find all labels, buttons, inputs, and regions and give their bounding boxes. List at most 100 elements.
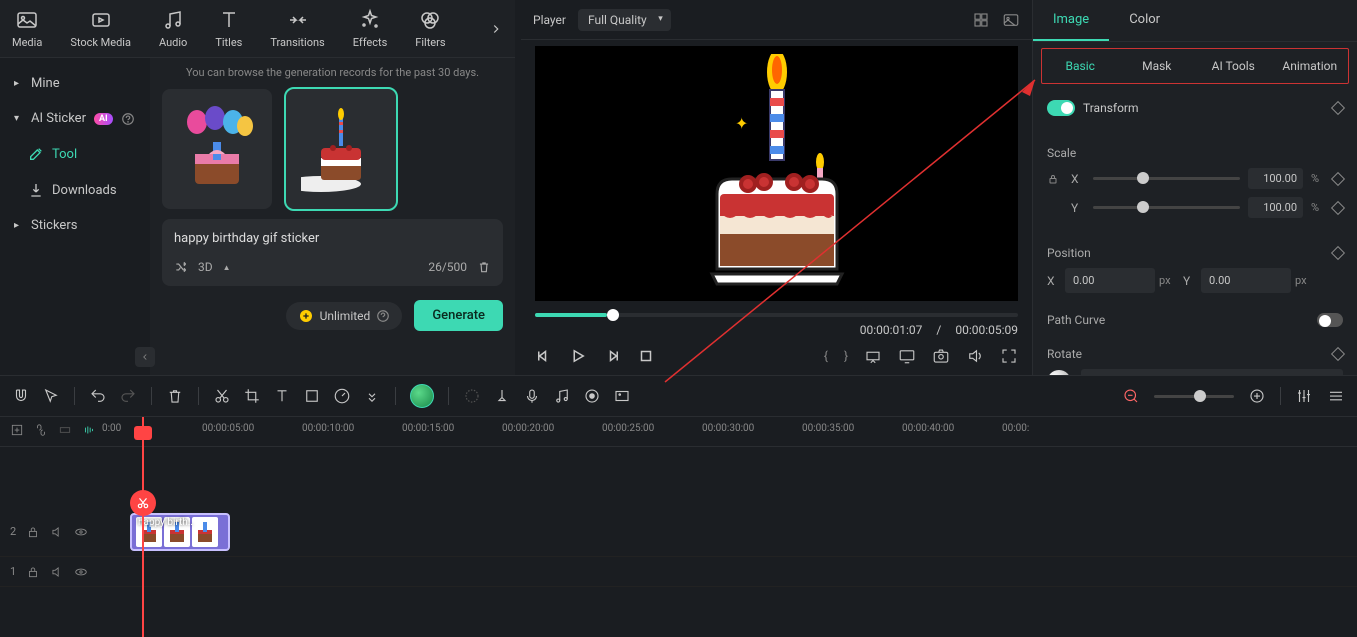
prev-frame-icon[interactable] — [535, 347, 553, 365]
pos-y-input[interactable] — [1201, 268, 1291, 293]
keyframe-icon[interactable] — [1331, 246, 1345, 260]
path-curve-toggle[interactable] — [1317, 313, 1343, 327]
sidebar-mine[interactable]: ▸ Mine — [0, 66, 150, 101]
redo-icon[interactable] — [119, 387, 137, 405]
track-add-icon[interactable] — [10, 423, 24, 437]
playhead-marker[interactable] — [134, 426, 152, 440]
unlimited-badge[interactable]: Unlimited — [286, 302, 403, 330]
filters-tab[interactable]: Filters — [415, 8, 445, 49]
mixer-icon[interactable] — [1295, 387, 1313, 405]
tab-color[interactable]: Color — [1109, 0, 1180, 41]
subtab-ai-tools[interactable]: AI Tools — [1195, 49, 1272, 83]
lock-track-icon[interactable] — [26, 565, 40, 579]
video-clip[interactable]: happy birth.. — [130, 513, 230, 551]
ruler[interactable]: 0:00 00:00:05:00 00:00:10:00 00:00:15:00… — [0, 417, 1357, 447]
playhead[interactable] — [142, 417, 144, 637]
scale-x-slider[interactable] — [1093, 177, 1240, 180]
bracket-open-icon[interactable]: { — [824, 349, 828, 363]
stock-media-tab[interactable]: Stock Media — [70, 8, 131, 49]
lock-track-icon[interactable] — [26, 525, 40, 539]
keyframe-icon[interactable] — [1331, 200, 1345, 214]
keyframe-icon[interactable] — [1331, 347, 1345, 361]
track-auto-icon[interactable] — [82, 423, 96, 437]
list-icon[interactable] — [1327, 387, 1345, 405]
hide-track-icon[interactable] — [74, 525, 88, 539]
scale-y-slider[interactable] — [1093, 206, 1240, 209]
grid-view-icon[interactable] — [972, 11, 990, 29]
marker-icon[interactable] — [493, 387, 511, 405]
help-icon[interactable] — [121, 112, 135, 126]
subtab-basic[interactable]: Basic — [1042, 49, 1119, 83]
delete-icon[interactable] — [166, 387, 184, 405]
mute-track-icon[interactable] — [50, 525, 64, 539]
text-icon[interactable] — [273, 387, 291, 405]
prompt-text[interactable]: happy birthday gif sticker — [174, 231, 491, 246]
subtab-animation[interactable]: Animation — [1272, 49, 1349, 83]
hide-track-icon[interactable] — [74, 565, 88, 579]
record-icon[interactable] — [583, 387, 601, 405]
keyframe-icon[interactable] — [1331, 101, 1345, 115]
mic-icon[interactable] — [523, 387, 541, 405]
sticker-thumb-1[interactable] — [162, 89, 272, 209]
fullscreen-icon[interactable] — [1000, 347, 1018, 365]
generate-button[interactable]: Generate — [414, 300, 503, 331]
image-icon[interactable] — [613, 387, 631, 405]
display-icon[interactable] — [898, 347, 916, 365]
playhead-cut-icon[interactable] — [130, 490, 156, 516]
snapshot-icon[interactable] — [932, 347, 950, 365]
collapse-sidebar[interactable] — [135, 347, 155, 367]
sidebar-stickers[interactable]: ▸ Stickers — [0, 208, 150, 243]
toolbar-more[interactable] — [489, 22, 503, 36]
tab-image[interactable]: Image — [1033, 0, 1109, 41]
position-label: Position — [1047, 246, 1091, 260]
gen-mode[interactable]: 3D — [198, 260, 213, 274]
pointer-icon[interactable] — [42, 387, 60, 405]
media-tab[interactable]: Media — [12, 8, 42, 49]
transform-toggle[interactable] — [1047, 100, 1075, 116]
music-icon[interactable] — [553, 387, 571, 405]
sidebar-downloads[interactable]: Downloads — [0, 172, 150, 208]
transitions-tab[interactable]: Transitions — [270, 8, 324, 49]
bracket-close-icon[interactable]: } — [844, 349, 848, 363]
crop-icon[interactable] — [243, 387, 261, 405]
zoom-out-red-icon[interactable] — [1122, 387, 1140, 405]
scrub-handle[interactable] — [607, 309, 619, 321]
scale-y-input[interactable] — [1248, 197, 1303, 218]
pos-x-input[interactable] — [1065, 268, 1155, 293]
keyframe-icon[interactable] — [1331, 171, 1345, 185]
sidebar-tool[interactable]: Tool — [0, 136, 150, 172]
cut-icon[interactable] — [213, 387, 231, 405]
subtab-mask[interactable]: Mask — [1119, 49, 1196, 83]
magnet-icon[interactable] — [12, 387, 30, 405]
shuffle-icon[interactable] — [174, 260, 188, 274]
stop-icon[interactable] — [637, 347, 655, 365]
track-link-icon[interactable] — [34, 423, 48, 437]
color-icon[interactable] — [463, 387, 481, 405]
lock-icon[interactable] — [1047, 173, 1059, 185]
mute-track-icon[interactable] — [50, 565, 64, 579]
volume-icon[interactable] — [966, 347, 984, 365]
zoom-in-icon[interactable] — [1248, 387, 1266, 405]
more-icon[interactable] — [363, 387, 381, 405]
picture-icon[interactable] — [1002, 11, 1020, 29]
sticker-thumb-2[interactable] — [286, 89, 396, 209]
preview-canvas[interactable]: ✦ — [535, 46, 1018, 301]
speed-icon[interactable] — [333, 387, 351, 405]
ai-badge: AI — [94, 113, 113, 125]
square-icon[interactable] — [303, 387, 321, 405]
scrub-bar[interactable] — [535, 313, 1018, 317]
ruler-mark: 00:00:10:00 — [302, 423, 354, 434]
undo-icon[interactable] — [89, 387, 107, 405]
scale-x-input[interactable] — [1248, 168, 1303, 189]
effects-tab[interactable]: Effects — [353, 8, 388, 49]
audio-tab[interactable]: Audio — [159, 8, 187, 49]
ratio-icon[interactable] — [864, 347, 882, 365]
ai-assistant-icon[interactable] — [410, 384, 434, 408]
next-frame-icon[interactable] — [603, 347, 621, 365]
quality-select[interactable]: Full Quality ▾ — [578, 9, 671, 31]
titles-tab[interactable]: Titles — [215, 8, 242, 49]
zoom-slider[interactable] — [1154, 395, 1234, 398]
trash-icon[interactable] — [477, 260, 491, 274]
sidebar-ai-sticker[interactable]: ▾ AI Sticker AI — [0, 101, 150, 136]
play-icon[interactable] — [569, 347, 587, 365]
